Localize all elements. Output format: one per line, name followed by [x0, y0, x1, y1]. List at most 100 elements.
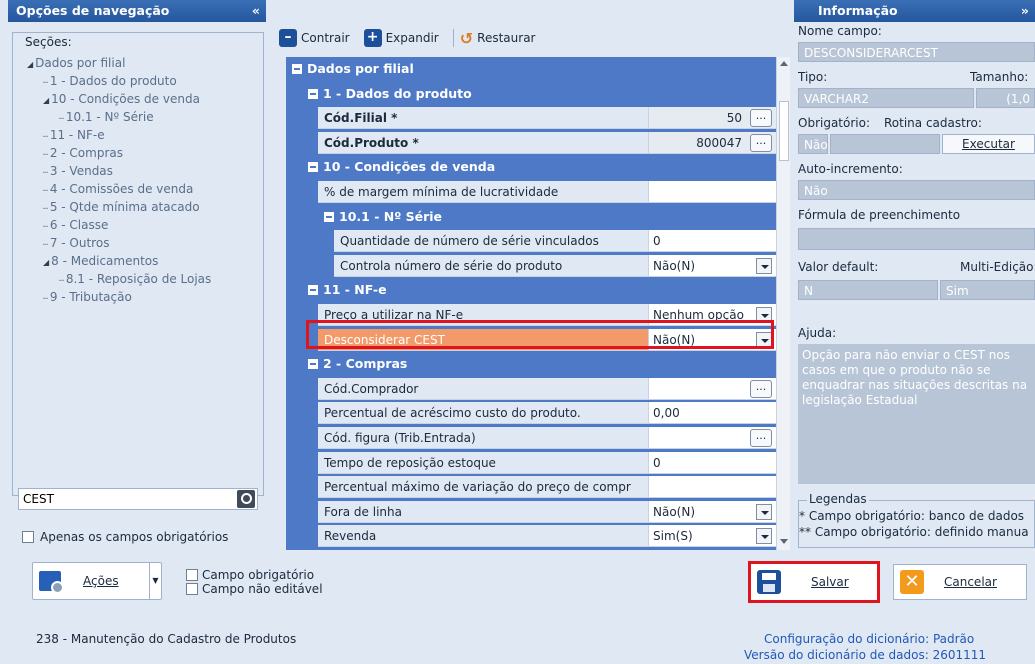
routine-value [830, 134, 940, 154]
required-legend-label: Campo obrigatório [202, 568, 315, 582]
search-input[interactable] [19, 489, 229, 509]
actions-dropdown-icon[interactable]: ▼ [149, 563, 161, 599]
field-row: Tempo de reposição estoque 0 [286, 450, 776, 474]
tree-item-label: 9 - Tributação [49, 290, 132, 304]
group-row[interactable]: 2 - Compras [286, 352, 776, 376]
collapse-group-icon[interactable] [308, 162, 318, 173]
collapse-left-icon[interactable]: « [252, 0, 260, 22]
ellipsis-button[interactable]: ... [750, 133, 772, 152]
dropdown-arrow-icon[interactable] [756, 528, 772, 545]
grid-scrollbar[interactable] [776, 57, 790, 550]
tree-item[interactable]: ┈ 9 - Tributação [43, 289, 132, 307]
tree-item-label: 6 - Classe [49, 218, 109, 232]
scroll-down-icon[interactable] [780, 539, 788, 544]
tree-item[interactable]: ◢ Dados por filial [27, 55, 125, 73]
tree-item-label: Dados por filial [35, 56, 126, 70]
checkbox-box[interactable] [22, 531, 34, 543]
tree-item[interactable]: ┈ 1 - Dados do produto [43, 73, 177, 91]
expand-triangle-icon[interactable]: ◢ [27, 60, 33, 69]
field-row: Cód.Produto * 800047... [286, 130, 776, 154]
expand-triangle-icon[interactable]: ◢ [43, 96, 49, 105]
nav-panel: Seções: ◢ Dados por filial ┈ 1 - Dados do p… [8, 22, 266, 552]
expand-triangle-icon[interactable]: ◢ [43, 258, 49, 267]
tree-item[interactable]: ┈ 8.1 - Reposição de Lojas [59, 271, 211, 289]
formula-value [798, 228, 1035, 250]
field-input[interactable]: 800047... [648, 131, 776, 154]
group-row[interactable]: 1 - Dados do produto [286, 81, 776, 105]
collapse-right-icon[interactable]: » [1021, 0, 1029, 22]
save-button[interactable]: Salvar [748, 561, 880, 603]
tree-item[interactable]: ◢ 8 - Medicamentos [43, 253, 158, 271]
readonly-swatch [186, 583, 198, 595]
field-input[interactable]: 0 [648, 451, 776, 474]
tree-item-label: 11 - NF-e [49, 128, 105, 142]
collapse-group-icon[interactable] [308, 285, 318, 296]
field-name-label: Nome campo: [798, 24, 882, 38]
expand-button[interactable]: + Expandir [363, 29, 447, 47]
collapse-group-icon[interactable] [324, 211, 334, 222]
field-select[interactable]: Não(N) [648, 254, 776, 277]
tree-branch-icon: ┈ [59, 114, 64, 123]
field-input[interactable] [648, 181, 776, 203]
tree-item[interactable]: ┈ 6 - Classe [43, 217, 108, 235]
tree-branch-icon: ┈ [43, 132, 48, 141]
dropdown-arrow-icon[interactable] [756, 503, 772, 520]
field-input[interactable]: ... [648, 377, 776, 400]
field-input[interactable]: ... [648, 427, 776, 449]
group-row[interactable]: 11 - NF-e [286, 278, 776, 302]
tree-item[interactable]: ┈ 11 - NF-e [43, 127, 105, 145]
dict-config-value: Padrão [932, 632, 975, 646]
cancel-button[interactable]: ✕ Cancelar [893, 564, 1027, 600]
field-input[interactable]: 50... [648, 107, 776, 130]
search-icon[interactable] [237, 490, 255, 508]
legend-line-1: * Campo obrigatório: banco de dados [799, 509, 1025, 523]
group-row[interactable]: 10 - Condições de venda [286, 155, 776, 179]
tree-branch-icon: ┈ [43, 168, 48, 177]
only-required-label: Apenas os campos obrigatórios [40, 530, 229, 544]
field-select[interactable]: Sim(S) [648, 525, 776, 548]
info-panel-title: Informação [818, 3, 898, 18]
cancel-icon: ✕ [900, 570, 924, 594]
sections-tree: Seções: ◢ Dados por filial ┈ 1 - Dados do p… [12, 32, 264, 496]
tree-item[interactable]: ┈ 10.1 - Nº Série [59, 109, 154, 127]
tree-item[interactable]: ┈ 7 - Outros [43, 235, 109, 253]
tree-item[interactable]: ┈ 2 - Compras [43, 145, 123, 163]
collapse-group-icon[interactable] [292, 64, 302, 74]
field-select[interactable]: Não(N) [648, 500, 776, 523]
actions-button[interactable]: Ações ▼ [32, 562, 162, 600]
tree-item[interactable]: ┈ 5 - Qtde mínima atacado [43, 199, 200, 217]
tree-branch-icon: ┈ [43, 78, 48, 87]
ellipsis-button[interactable]: ... [750, 379, 772, 398]
toolbar-separator [452, 29, 454, 47]
scroll-up-icon[interactable] [780, 61, 788, 66]
group-row[interactable]: 10.1 - Nº Série [286, 204, 776, 228]
expand-label: Expandir [385, 31, 439, 45]
field-row: Revenda Sim(S) [286, 524, 776, 548]
ellipsis-button[interactable]: ... [750, 109, 772, 128]
collapse-group-icon[interactable] [308, 359, 318, 370]
tree-item-label: 8.1 - Reposição de Lojas [65, 272, 212, 286]
group-row[interactable]: Dados por filial [286, 57, 776, 80]
field-row: Controla número de série do produto Não(N… [286, 253, 776, 277]
field-row: Cód.Filial * 50... [286, 106, 776, 130]
restore-button[interactable]: ↺ Restaurar [460, 29, 544, 48]
tree-item[interactable]: ┈ 3 - Vendas [43, 163, 113, 181]
only-required-checkbox[interactable]: Apenas os campos obrigatórios [22, 530, 228, 544]
tree-item[interactable]: ┈ 4 - Comissões de venda [43, 181, 193, 199]
field-value: 0,00 [653, 406, 680, 421]
field-label: Fora de linha [318, 500, 648, 523]
field-row: Quantidade de número de série vinculados… [286, 229, 776, 253]
ellipsis-button[interactable]: ... [750, 429, 772, 447]
execute-button[interactable]: Executar [942, 134, 1035, 154]
field-input[interactable] [648, 476, 776, 499]
collapse-group-icon[interactable] [308, 88, 318, 99]
readonly-legend: Campo não editável [186, 582, 323, 596]
field-row: Cód. figura (Trib.Entrada)... [286, 426, 776, 449]
field-row: Cód.Comprador... [286, 376, 776, 400]
scroll-thumb[interactable] [779, 101, 789, 161]
field-input[interactable]: 0 [648, 230, 776, 253]
dropdown-arrow-icon[interactable] [756, 257, 772, 274]
tree-item[interactable]: ◢ 10 - Condições de venda [43, 91, 200, 109]
collapse-button[interactable]: – Contrair [279, 29, 358, 47]
field-input[interactable]: 0,00 [648, 402, 776, 425]
